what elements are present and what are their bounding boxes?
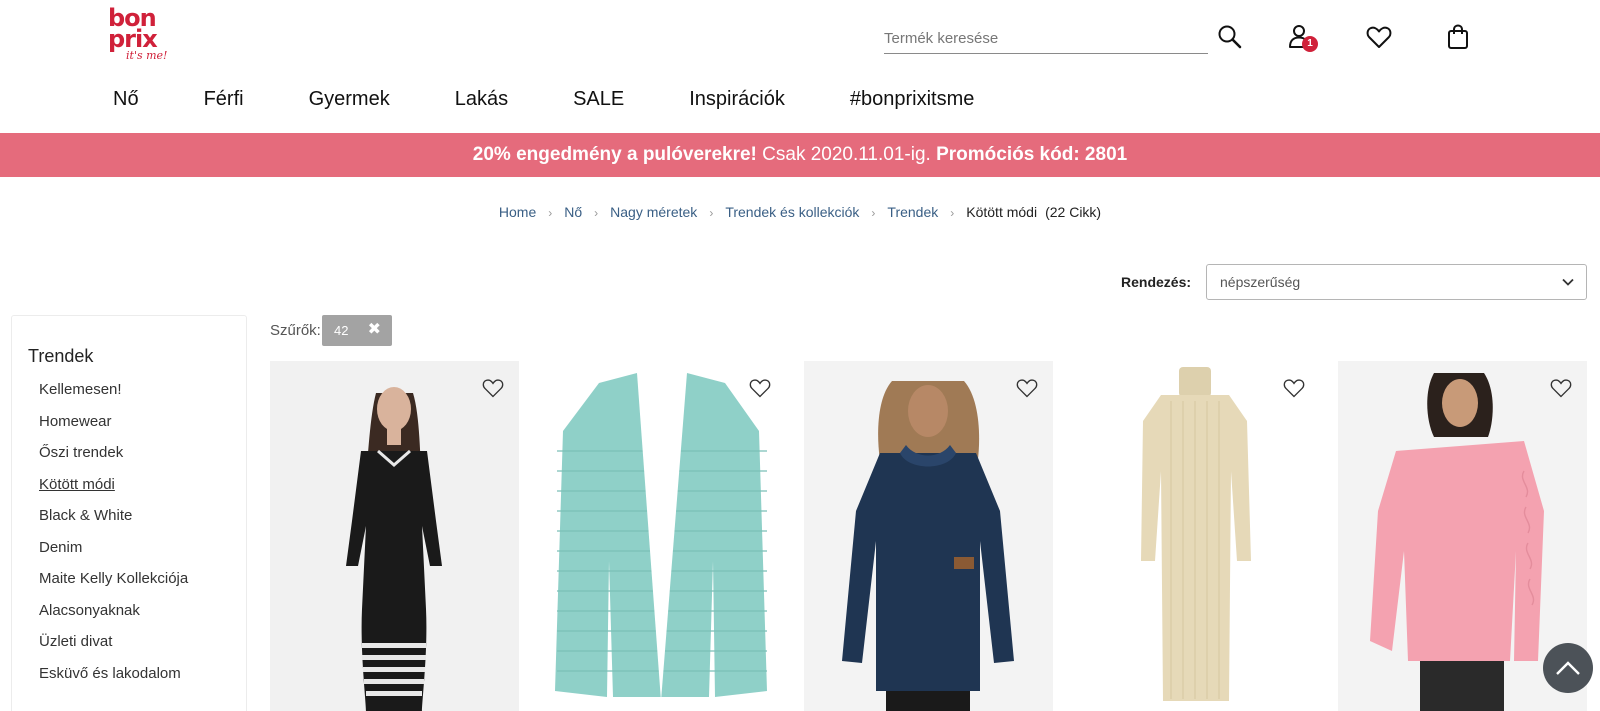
sidebar-item-oszi-trendek[interactable]: Őszi trendek — [39, 443, 188, 475]
bonprix-logo[interactable]: bon prix it's me! — [108, 6, 170, 66]
logo-line-2: prix — [108, 25, 158, 53]
product-image — [537, 361, 786, 711]
search-field — [884, 24, 1208, 54]
breadcrumb-trendek[interactable]: Trendek — [887, 204, 938, 220]
nav-item-ferfi[interactable]: Férfi — [204, 84, 244, 114]
product-image — [270, 361, 519, 711]
product-card[interactable] — [537, 361, 786, 711]
promo-code: Promóciós kód: 2801 — [936, 144, 1128, 165]
sidebar-item-denim[interactable]: Denim — [39, 538, 188, 570]
product-image — [804, 361, 1053, 711]
product-card[interactable] — [804, 361, 1053, 711]
promo-banner[interactable]: 20% engedmény a pulóverekre! Csak 2020.1… — [0, 133, 1600, 177]
chevron-right-icon: › — [548, 206, 553, 220]
shopping-bag-icon — [1448, 24, 1468, 49]
nav-item-bonprixitsme[interactable]: #bonprixitsme — [850, 84, 975, 114]
nav-item-lakas[interactable]: Lakás — [455, 84, 508, 114]
nav-item-sale[interactable]: SALE — [573, 84, 624, 114]
search-button[interactable] — [1213, 20, 1247, 54]
sidebar-title: Trendek — [28, 346, 94, 366]
sidebar-item-alacsonyaknak[interactable]: Alacsonyaknak — [39, 601, 188, 633]
main-navigation: Nő Férfi Gyermek Lakás SALE Inspirációk … — [113, 84, 1039, 114]
heart-icon[interactable] — [748, 377, 772, 399]
chevron-right-icon: › — [950, 206, 955, 220]
sidebar-item-homewear[interactable]: Homewear — [39, 412, 188, 444]
close-icon[interactable]: ✖ — [368, 321, 381, 339]
sidebar-item-uzleti-divat[interactable]: Üzleti divat — [39, 632, 188, 664]
item-count: (22 Cikk) — [1045, 204, 1102, 220]
chevron-right-icon: › — [594, 206, 599, 220]
sidebar-item-black-white[interactable]: Black & White — [39, 506, 188, 538]
sidebar-item-eskuvo[interactable]: Esküvő és lakodalom — [39, 664, 188, 696]
wishlist-button[interactable] — [1362, 20, 1396, 54]
cart-button[interactable] — [1441, 20, 1475, 54]
product-card[interactable] — [1071, 361, 1320, 711]
account-button[interactable]: 1 — [1284, 20, 1318, 54]
sidebar-item-maite-kelly[interactable]: Maite Kelly Kollekciója — [39, 569, 188, 601]
breadcrumb-trendek-kollekciok[interactable]: Trendek és kollekciók — [725, 204, 859, 220]
breadcrumb: Home › Nő › Nagy méretek › Trendek és kollekci… — [0, 202, 1600, 223]
sort-label: Rendezés: — [1121, 274, 1192, 290]
breadcrumb-no[interactable]: Nő — [564, 204, 582, 220]
chevron-down-icon — [1562, 265, 1574, 299]
search-input[interactable] — [884, 24, 1208, 52]
promo-validity: Csak 2020.11.01-ig. — [756, 144, 937, 165]
category-sidebar: Trendek Kellemesen! Homewear Őszi trende… — [11, 315, 247, 711]
nav-item-gyermek[interactable]: Gyermek — [309, 84, 390, 114]
sidebar-item-kotott-modi[interactable]: Kötött módi — [39, 475, 188, 507]
heart-icon — [1366, 26, 1392, 48]
account-notification-badge: 1 — [1302, 36, 1318, 52]
filter-chip-value: 42 — [334, 323, 349, 338]
sort-dropdown[interactable]: népszerűség — [1206, 264, 1587, 300]
nav-item-inspiraciok[interactable]: Inspirációk — [689, 84, 785, 114]
sort-selected-value: népszerűség — [1220, 274, 1301, 290]
breadcrumb-current: Kötött módi — [966, 204, 1038, 220]
filters-label: Szűrők: — [270, 322, 321, 339]
chevron-right-icon: › — [709, 206, 714, 220]
heart-icon[interactable] — [1015, 377, 1039, 399]
filter-chip-size[interactable]: 42 ✖ — [322, 315, 392, 346]
search-icon — [1218, 25, 1242, 49]
nav-item-no[interactable]: Nő — [113, 84, 139, 114]
breadcrumb-nagy-meretek[interactable]: Nagy méretek — [610, 204, 697, 220]
breadcrumb-home[interactable]: Home — [499, 204, 536, 220]
back-to-top-button[interactable] — [1543, 643, 1593, 693]
promo-headline: 20% engedmény a pulóverekre! — [472, 144, 757, 165]
sidebar-item-kellemesen[interactable]: Kellemesen! — [39, 380, 188, 412]
product-image — [1071, 361, 1320, 711]
chevron-right-icon: › — [871, 206, 876, 220]
product-card[interactable] — [270, 361, 519, 711]
heart-icon[interactable] — [481, 377, 505, 399]
heart-icon[interactable] — [1549, 377, 1573, 399]
heart-icon[interactable] — [1282, 377, 1306, 399]
chevron-up-icon — [1556, 661, 1580, 675]
